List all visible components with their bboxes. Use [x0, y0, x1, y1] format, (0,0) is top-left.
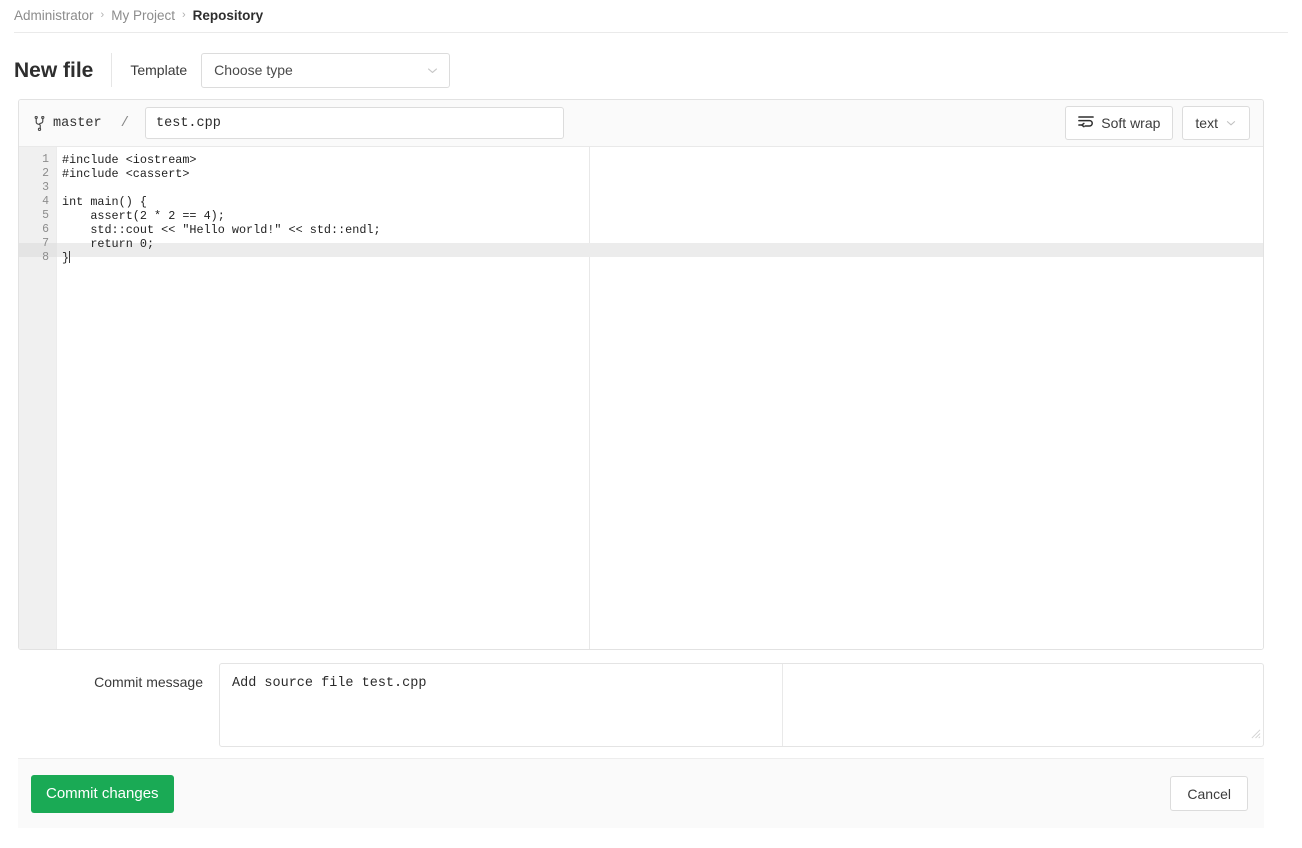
- file-editor: master / Soft wrap text: [18, 99, 1264, 650]
- commit-message-wrapper: [219, 663, 1264, 747]
- line-text: return 0;: [57, 237, 154, 251]
- line-text: assert(2 * 2 == 4);: [57, 209, 225, 223]
- code-line: 7 return 0;: [19, 237, 1263, 251]
- line-number: 6: [19, 223, 57, 237]
- code-line: 8}: [19, 251, 1263, 265]
- text-cursor: [69, 251, 70, 263]
- page-title: New file: [14, 60, 111, 81]
- branch-name: master: [53, 116, 102, 131]
- breadcrumb-separator-icon: ›: [101, 9, 105, 21]
- soft-wrap-icon: [1078, 115, 1094, 131]
- breadcrumb-separator-icon: ›: [182, 9, 186, 21]
- code-lines: 1#include <iostream> 2#include <cassert>…: [19, 153, 1263, 265]
- code-line: 6 std::cout << "Hello world!" << std::en…: [19, 223, 1263, 237]
- soft-wrap-label: Soft wrap: [1101, 115, 1160, 131]
- code-editor-surface[interactable]: 1#include <iostream> 2#include <cassert>…: [19, 147, 1263, 650]
- breadcrumb-item-my-project[interactable]: My Project: [111, 8, 175, 23]
- code-line: 5 assert(2 * 2 == 4);: [19, 209, 1263, 223]
- line-text: [57, 181, 62, 195]
- line-text: }: [57, 251, 69, 265]
- line-number: 7: [19, 237, 57, 251]
- commit-message-row: Commit message: [18, 663, 1264, 747]
- editor-toolbar: master / Soft wrap text: [19, 100, 1263, 147]
- line-text: #include <iostream>: [57, 153, 197, 167]
- line-text: #include <cassert>: [57, 167, 189, 181]
- chevron-down-icon: [426, 64, 439, 77]
- line-number: 8: [19, 251, 57, 265]
- line-number: 3: [19, 181, 57, 195]
- breadcrumb-item-repository: Repository: [193, 8, 264, 23]
- template-type-value: Choose type: [214, 62, 293, 78]
- page-header: New file Template Choose type: [14, 50, 450, 90]
- editor-toolbar-actions: Soft wrap text: [1065, 106, 1250, 140]
- template-type-select[interactable]: Choose type: [201, 53, 450, 88]
- commit-message-input[interactable]: [219, 663, 1264, 747]
- line-number: 4: [19, 195, 57, 209]
- template-label: Template: [112, 62, 201, 78]
- line-text: int main() {: [57, 195, 147, 209]
- branch-icon: [33, 116, 46, 131]
- new-file-page: Administrator › My Project › Repository …: [0, 0, 1302, 848]
- resize-grip-icon[interactable]: [1250, 726, 1261, 744]
- chevron-down-icon: [1225, 117, 1237, 129]
- code-line: 3: [19, 181, 1263, 195]
- cancel-button[interactable]: Cancel: [1170, 776, 1248, 811]
- line-text: std::cout << "Hello world!" << std::endl…: [57, 223, 381, 237]
- form-actions: Commit changes Cancel: [18, 758, 1264, 828]
- line-number: 1: [19, 153, 57, 167]
- file-path-input[interactable]: [145, 107, 564, 139]
- commit-changes-button[interactable]: Commit changes: [31, 775, 174, 813]
- editor-mode-value: text: [1195, 115, 1218, 131]
- branch-indicator: master: [33, 116, 102, 131]
- line-number: 2: [19, 167, 57, 181]
- code-line: 2#include <cassert>: [19, 167, 1263, 181]
- code-line: 4int main() {: [19, 195, 1263, 209]
- soft-wrap-button[interactable]: Soft wrap: [1065, 106, 1173, 140]
- commit-message-label: Commit message: [18, 663, 219, 690]
- breadcrumb-item-administrator[interactable]: Administrator: [14, 8, 94, 23]
- breadcrumb: Administrator › My Project › Repository: [14, 4, 263, 26]
- header-divider: [14, 32, 1288, 33]
- commit-message-guide-line: [782, 664, 783, 746]
- code-line: 1#include <iostream>: [19, 153, 1263, 167]
- editor-mode-select[interactable]: text: [1182, 106, 1250, 140]
- line-number: 5: [19, 209, 57, 223]
- path-separator: /: [121, 115, 129, 131]
